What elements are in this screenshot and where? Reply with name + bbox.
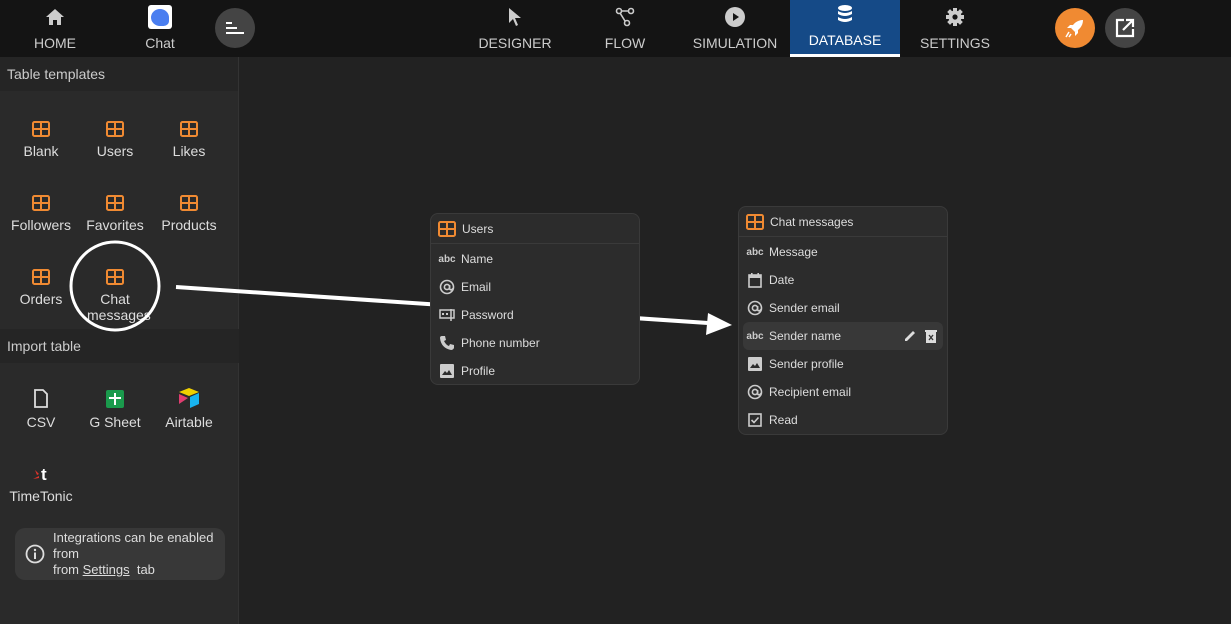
table-title: Users: [462, 221, 494, 236]
field-row[interactable]: abc Message: [739, 238, 947, 266]
image-icon: [439, 364, 455, 378]
field-row[interactable]: abc Name: [431, 245, 639, 273]
table-header[interactable]: Users: [431, 214, 639, 244]
checkbox-icon: [747, 413, 763, 427]
edit-icon[interactable]: [903, 329, 917, 343]
phone-icon: [439, 335, 455, 351]
at-sign-icon: [747, 300, 763, 316]
field-row[interactable]: Date: [739, 266, 947, 294]
field-name: Date: [769, 273, 795, 287]
field-name: Sender email: [769, 301, 840, 315]
delete-icon[interactable]: [925, 329, 937, 343]
calendar-icon: [747, 272, 763, 288]
image-icon: [747, 357, 763, 371]
password-icon: [439, 308, 455, 322]
users-table-card[interactable]: Users abc Name Email Password Phone number Pro…: [430, 213, 640, 385]
field-row[interactable]: Sender profile: [739, 350, 947, 378]
field-name: Sender name: [769, 329, 842, 343]
table-title: Chat messages: [770, 214, 854, 229]
field-row[interactable]: Profile: [431, 357, 639, 385]
field-name: Password: [461, 308, 514, 322]
highlight-circle: [69, 240, 161, 332]
field-row[interactable]: Recipient email: [739, 378, 947, 406]
at-sign-icon: [747, 384, 763, 400]
field-name: Sender profile: [769, 357, 844, 371]
text-type-icon: abc: [438, 253, 456, 265]
field-name: Name: [461, 252, 494, 266]
field-row[interactable]: Password: [431, 301, 639, 329]
field-row[interactable]: Phone number: [431, 329, 639, 357]
table-header[interactable]: Chat messages: [739, 207, 947, 237]
field-name: Message: [769, 245, 818, 259]
text-type-icon: abc: [746, 330, 764, 342]
field-name: Phone number: [461, 336, 540, 350]
field-row[interactable]: abc Sender name: [743, 322, 943, 350]
table-icon: [438, 220, 456, 237]
field-row[interactable]: Read: [739, 406, 947, 434]
text-type-icon: abc: [746, 246, 764, 258]
field-row[interactable]: Email: [431, 273, 639, 301]
field-row[interactable]: Sender email: [739, 294, 947, 322]
field-name: Read: [769, 413, 798, 427]
field-name: Email: [461, 280, 492, 294]
at-sign-icon: [439, 279, 455, 295]
field-name: Recipient email: [769, 385, 852, 399]
arrow-head: [706, 313, 732, 335]
chat-messages-table-card[interactable]: Chat messages abc Message Date Sender email a…: [738, 206, 948, 435]
field-name: Profile: [461, 364, 496, 378]
table-icon: [746, 213, 764, 230]
